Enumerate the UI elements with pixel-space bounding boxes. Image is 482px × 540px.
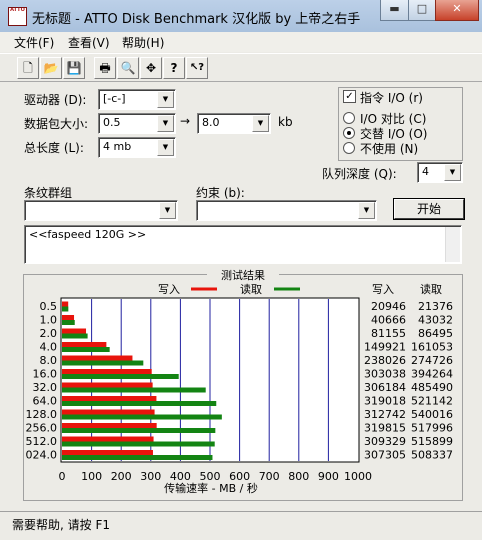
category-label: 256.0 bbox=[26, 422, 58, 435]
read-bar bbox=[62, 387, 206, 393]
read-bar bbox=[62, 401, 217, 406]
read-bar bbox=[62, 306, 69, 312]
write-value-label: 307305 bbox=[364, 449, 406, 462]
read-value-label: 515899 bbox=[411, 435, 453, 448]
write-value-label: 303038 bbox=[364, 368, 406, 381]
category-labels: 0.51.02.04.08.016.032.064.0128.0256.0512… bbox=[26, 300, 58, 462]
category-label: 16.0 bbox=[33, 368, 58, 381]
status-text: 需要帮助, 请按 F1 bbox=[12, 518, 110, 532]
read-bar bbox=[62, 455, 213, 460]
value-labels: 20946 21376 40666 43032 81155 86495 149921 1610… bbox=[364, 300, 453, 462]
x-tick-label: 100 bbox=[81, 470, 102, 483]
category-label: 8.0 bbox=[40, 354, 58, 367]
category-label: 4.0 bbox=[40, 341, 58, 354]
x-tick-label: 700 bbox=[259, 470, 280, 483]
write-value-label: 238026 bbox=[364, 354, 406, 367]
write-value-label: 309329 bbox=[364, 435, 406, 448]
read-bar bbox=[62, 414, 222, 420]
write-bar bbox=[62, 436, 154, 442]
read-bar bbox=[62, 320, 75, 325]
write-value-label: 319815 bbox=[364, 422, 406, 435]
results-chart: 测试结果 写入 读取 写入 读取 0.51.02.04.08.016.032.0… bbox=[26, 268, 453, 495]
x-tick-label: 0 bbox=[59, 470, 66, 483]
write-bar bbox=[62, 409, 155, 415]
category-label: 1.0 bbox=[40, 314, 58, 327]
write-value-label: 20946 bbox=[371, 300, 406, 313]
write-bar bbox=[62, 450, 153, 455]
category-label: 512.0 bbox=[26, 435, 58, 448]
app-window: ATTO 无标题 - ATTO Disk Benchmark 汉化版 by 上帝… bbox=[0, 0, 482, 540]
read-value-label: 517996 bbox=[411, 422, 453, 435]
category-label: 2.0 bbox=[40, 327, 58, 340]
read-bar bbox=[62, 428, 216, 433]
write-bar bbox=[62, 396, 157, 401]
write-column-header: 写入 bbox=[372, 283, 394, 296]
read-bar bbox=[62, 441, 215, 447]
legend-read-label: 读取 bbox=[240, 282, 262, 296]
results-title: 测试结果 bbox=[221, 269, 265, 282]
status-bar: 需要帮助, 请按 F1 bbox=[0, 511, 482, 533]
read-value-label: 508337 bbox=[411, 449, 453, 462]
write-bar bbox=[62, 423, 157, 428]
write-value-label: 81155 bbox=[371, 327, 406, 340]
read-bar bbox=[62, 347, 110, 352]
read-value-label: 161053 bbox=[411, 341, 453, 354]
write-value-label: 319018 bbox=[364, 395, 406, 408]
read-bar bbox=[62, 333, 88, 339]
category-label: 32.0 bbox=[33, 381, 58, 394]
write-value-label: 312742 bbox=[364, 408, 406, 421]
category-label: 64.0 bbox=[33, 395, 58, 408]
x-tick-label: 1000 bbox=[344, 470, 372, 483]
write-bar bbox=[62, 355, 133, 361]
read-value-label: 521142 bbox=[411, 395, 453, 408]
write-bar bbox=[62, 382, 153, 388]
write-bar bbox=[62, 328, 87, 334]
read-value-label: 86495 bbox=[418, 327, 453, 340]
legend-write-label: 写入 bbox=[158, 283, 180, 296]
write-bar bbox=[62, 369, 152, 374]
read-value-label: 274726 bbox=[411, 354, 453, 367]
x-tick-label: 900 bbox=[318, 470, 339, 483]
x-tick-label: 800 bbox=[288, 470, 309, 483]
category-label: 0.5 bbox=[40, 300, 58, 313]
write-bar bbox=[62, 315, 75, 320]
x-tick-label: 200 bbox=[111, 470, 132, 483]
read-bar bbox=[62, 374, 179, 379]
category-label: 128.0 bbox=[26, 408, 58, 421]
read-value-label: 540016 bbox=[411, 408, 453, 421]
read-bar bbox=[62, 360, 144, 366]
read-value-label: 21376 bbox=[418, 300, 453, 313]
write-value-label: 306184 bbox=[364, 381, 406, 394]
read-value-label: 485490 bbox=[411, 381, 453, 394]
x-axis-label: 传输速率 - MB / 秒 bbox=[164, 481, 258, 495]
write-bar bbox=[62, 301, 69, 307]
write-value-label: 149921 bbox=[364, 341, 406, 354]
x-tick-label: 300 bbox=[140, 470, 161, 483]
read-value-label: 394264 bbox=[411, 368, 453, 381]
read-column-header: 读取 bbox=[420, 282, 442, 296]
category-label: 024.0 bbox=[26, 449, 58, 462]
read-value-label: 43032 bbox=[418, 314, 453, 327]
write-value-label: 40666 bbox=[371, 314, 406, 327]
write-bar bbox=[62, 342, 107, 347]
